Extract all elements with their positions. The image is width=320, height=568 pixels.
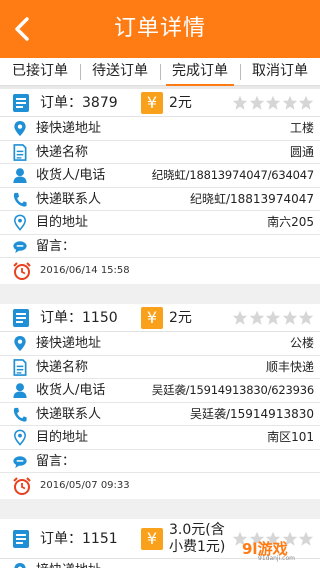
pickup-label: 接快递地址 — [36, 336, 102, 351]
star-icon — [232, 310, 248, 325]
destination-label: 目的地址 — [36, 215, 89, 230]
chat-bubble-icon — [13, 240, 27, 253]
tab-completed[interactable]: 完成订单 — [160, 58, 240, 87]
destination-row: 目的地址 南六205 — [0, 211, 320, 235]
document-icon — [13, 358, 27, 376]
phone-icon — [13, 407, 27, 422]
order-card[interactable]: 订单：1150 ¥ 2元 接快递地址 公楼 快递名称 顺丰快递 收货人/电话 吴… — [0, 304, 320, 499]
person-icon — [13, 383, 27, 399]
chat-bubble-icon — [13, 455, 27, 468]
page-title: 订单详情 — [113, 16, 206, 41]
watermark-url: 91danji.com — [258, 555, 295, 562]
star-icon — [265, 95, 281, 110]
message-row: 留言： — [0, 449, 320, 473]
phone-icon — [13, 192, 27, 207]
courier-row: 快递名称 顺丰快递 — [0, 355, 320, 379]
star-icon — [232, 95, 248, 110]
destination-value: 南区101 — [267, 430, 314, 444]
star-icon — [249, 310, 264, 325]
card-gap — [0, 499, 320, 519]
rating-stars — [232, 95, 315, 111]
message-row: 留言： — [0, 234, 320, 258]
courier-value: 顺丰快递 — [265, 359, 314, 374]
receiver-value: 纪晓虹/18813974047/634047 — [151, 168, 314, 182]
star-icon — [298, 310, 314, 325]
courier-label: 快递名称 — [36, 144, 89, 160]
location-pin-icon — [14, 562, 26, 568]
pickup-value: 公楼 — [289, 336, 314, 350]
tab-accepted[interactable]: 已接订单 — [0, 58, 80, 86]
receiver-row: 收货人/电话 纪晓虹/18813974047/634047 — [0, 164, 320, 188]
order-doc-icon — [13, 94, 29, 112]
pickup-value: 工楼 — [289, 121, 314, 135]
contact-row: 快递联系人 纪晓虹/18813974047 — [0, 187, 320, 211]
order-tabs: 已接订单 待送订单 完成订单 取消订单 — [0, 58, 320, 87]
receiver-value: 吴廷袭/15914913830/623936 — [151, 383, 314, 397]
location-outline-icon — [14, 214, 26, 231]
destination-row: 目的地址 南区101 — [0, 426, 320, 450]
card-gap — [0, 284, 320, 304]
document-icon — [13, 143, 27, 161]
star-icon — [298, 95, 314, 110]
contact-label: 快递联系人 — [36, 406, 102, 422]
order-price: 2元 — [169, 95, 192, 111]
contact-value: 纪晓虹/18813974047 — [189, 191, 314, 206]
order-doc-icon — [13, 530, 29, 548]
alarm-clock-icon — [13, 262, 31, 280]
app-header: 订单详情 — [0, 0, 320, 58]
order-card[interactable]: 订单：3879 ¥ 2元 接快递地址 工楼 快递名称 圆通 收货人/电话 纪晓虹… — [0, 89, 320, 284]
order-header: 订单：1150 ¥ 2元 — [0, 304, 320, 332]
person-icon — [13, 168, 27, 184]
courier-value: 圆通 — [289, 144, 314, 159]
tab-to-deliver[interactable]: 待送订单 — [80, 58, 160, 86]
order-price: 3.0元(含 小费1元) — [169, 522, 226, 555]
order-doc-icon — [13, 309, 29, 327]
contact-row: 快递联系人 吴廷袭/15914913830 — [0, 402, 320, 426]
yen-icon: ¥ — [141, 528, 163, 550]
order-list[interactable]: 订单：3879 ¥ 2元 接快递地址 工楼 快递名称 圆通 收货人/电话 纪晓虹… — [0, 86, 320, 568]
contact-label: 快递联系人 — [36, 191, 102, 207]
watermark-logo: 9l游戏 91danji.com — [242, 538, 314, 564]
location-outline-icon — [14, 429, 26, 446]
order-time: 2016/06/14 15:58 — [40, 265, 130, 276]
star-icon — [265, 310, 281, 325]
rating-stars — [232, 310, 315, 326]
order-number: 订单：1151 — [40, 531, 118, 547]
courier-row: 快递名称 圆通 — [0, 140, 320, 164]
contact-value: 吴廷袭/15914913830 — [189, 406, 314, 421]
alarm-clock-icon — [13, 477, 31, 495]
order-time: 2016/05/07 09:33 — [40, 480, 130, 491]
pickup-label: 接快递地址 — [36, 559, 101, 568]
courier-label: 快递名称 — [36, 359, 89, 375]
message-label: 留言： — [36, 453, 76, 469]
star-icon — [282, 95, 297, 110]
order-header: 订单：3879 ¥ 2元 — [0, 89, 320, 117]
location-pin-icon — [14, 120, 26, 137]
yen-icon: ¥ — [141, 307, 163, 329]
receiver-row: 收货人/电话 吴廷袭/15914913830/623936 — [0, 379, 320, 403]
time-row: 2016/06/14 15:58 — [0, 258, 320, 284]
message-label: 留言： — [36, 238, 76, 254]
pickup-row: 接快递地址 公楼 — [0, 332, 320, 356]
yen-icon: ¥ — [141, 92, 163, 114]
destination-label: 目的地址 — [36, 430, 89, 445]
destination-value: 南六205 — [267, 215, 314, 229]
order-price: 2元 — [169, 310, 192, 326]
time-row: 2016/05/07 09:33 — [0, 473, 320, 499]
location-pin-icon — [14, 335, 26, 352]
receiver-label: 收货人/电话 — [36, 383, 106, 398]
star-icon — [282, 310, 297, 325]
order-number: 订单：3879 — [40, 95, 118, 111]
order-number: 订单：1150 — [40, 310, 118, 326]
pickup-row: 接快递地址 工楼 — [0, 117, 320, 141]
star-icon — [249, 95, 264, 110]
pickup-label: 接快递地址 — [36, 121, 102, 136]
tab-cancelled[interactable]: 取消订单 — [240, 58, 320, 86]
receiver-label: 收货人/电话 — [36, 168, 106, 183]
